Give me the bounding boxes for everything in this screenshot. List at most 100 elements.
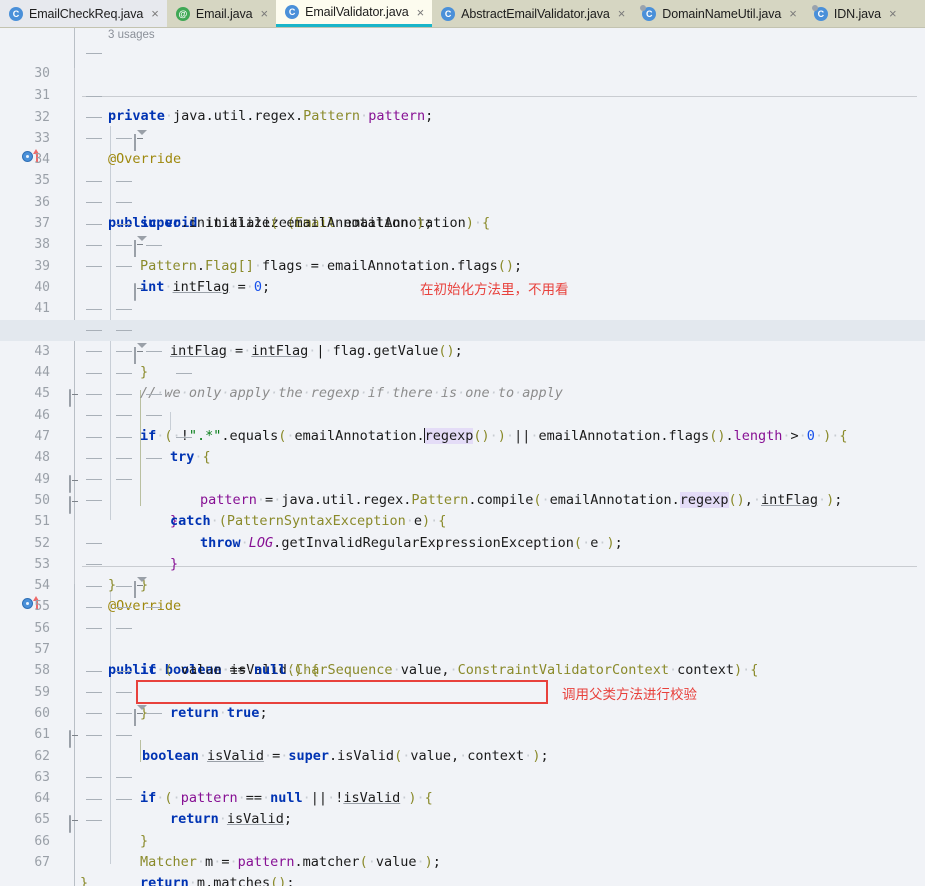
- tab-DomainNameUtil[interactable]: C DomainNameUtil.java ×: [633, 0, 805, 27]
- fold-marker-end[interactable]: [69, 495, 80, 514]
- code-line-66[interactable]: 66 }: [0, 809, 925, 849]
- code-line-59[interactable]: 59 boolean·isValid·=·super.isValid(·valu…: [0, 660, 925, 764]
- code-line-67[interactable]: 67 }: [0, 831, 925, 886]
- note-initialize-method: 在初始化方法里，不用看: [420, 282, 569, 297]
- indent-dash: [116, 798, 132, 800]
- indent-dash: [116, 266, 132, 268]
- java-class-icon: C: [9, 6, 23, 21]
- indent-dash: [116, 138, 132, 140]
- indent-dash: [86, 266, 102, 268]
- indent-dash: [86, 393, 102, 395]
- indent-dash: [116, 180, 132, 182]
- tab-label: DomainNameUtil.java: [662, 6, 782, 21]
- indent-dash: [116, 436, 132, 438]
- tab-AbstractEmailValidator[interactable]: C AbstractEmailValidator.java ×: [432, 0, 634, 27]
- code-line-40[interactable]: 40 }: [0, 256, 925, 380]
- code-editor[interactable]: 3 usages 30 private·java.util.regex.Patt…: [0, 28, 925, 886]
- indent-dash: [116, 479, 132, 481]
- close-icon[interactable]: ×: [149, 7, 159, 20]
- tab-IDN[interactable]: C IDN.java ×: [804, 0, 905, 27]
- note-call-super-validate: 调用父类方法进行校验: [562, 687, 697, 702]
- code-line-34[interactable]: 34 super.initialize(·emailAnnotation·);: [0, 128, 925, 231]
- indent-dash: [116, 244, 132, 246]
- code-line-43[interactable]: 43 if·(·!".*".equals(·emailAnnotation.re…: [0, 319, 925, 445]
- indent-dash: [116, 606, 132, 608]
- code-line-47[interactable]: 47 catch·(PatternSyntaxException·e)·{: [0, 405, 925, 529]
- indent-dash: [86, 798, 102, 800]
- indent-dash: [116, 585, 132, 587]
- fold-marker[interactable]: [69, 325, 147, 364]
- code-line-39[interactable]: 39 intFlag·=·intFlag·|·flag.getValue();: [0, 234, 925, 359]
- code-line-48[interactable]: 48 throw·LOG.getInvalidRegularExpression…: [0, 426, 925, 551]
- code-line-57[interactable]: 57 }: [0, 618, 925, 721]
- editor-tab-bar[interactable]: C EmailCheckReq.java × @ Email.java × C …: [0, 0, 925, 28]
- indent-dash: [86, 670, 102, 672]
- usages-hint[interactable]: 3 usages: [108, 28, 155, 42]
- fold-marker-end[interactable]: [69, 474, 80, 493]
- java-annotation-icon: @: [175, 6, 190, 21]
- indent-dash: [86, 777, 102, 779]
- code-line-65[interactable]: 65 return·m.matches();: [0, 788, 925, 886]
- indent-dash: [86, 95, 102, 97]
- fold-marker[interactable]: [69, 687, 147, 726]
- fold-marker-end[interactable]: [69, 388, 80, 408]
- indent-dash: [116, 223, 132, 225]
- code-line-58[interactable]: 58: [0, 639, 925, 678]
- tab-EmailCheckReq[interactable]: C EmailCheckReq.java ×: [0, 0, 167, 27]
- indent-dash: [116, 457, 132, 459]
- close-icon[interactable]: ×: [787, 7, 797, 20]
- close-icon[interactable]: ×: [259, 7, 269, 20]
- fold-marker[interactable]: [69, 112, 147, 151]
- indent-dash: [116, 351, 132, 353]
- indent-dash: [146, 713, 162, 715]
- close-icon[interactable]: ×: [616, 7, 626, 20]
- fold-marker[interactable]: [69, 559, 147, 599]
- code-line-50[interactable]: 50 }: [0, 469, 925, 593]
- code-line-42[interactable]: 42 //·we·only·apply·the·regexp·if·there·…: [0, 298, 925, 401]
- code-line-51[interactable]: 51 }: [0, 490, 925, 593]
- code-line-36[interactable]: 36 Pattern.Flag[]·flags·=·emailAnnotatio…: [0, 170, 925, 274]
- java-class-icon: C: [640, 4, 657, 21]
- code-line-62[interactable]: 62 }: [0, 724, 925, 849]
- fold-marker-end[interactable]: [69, 814, 80, 834]
- code-line-45[interactable]: 45 pattern·=·java.util.regex.Pattern.com…: [0, 362, 925, 508]
- indent-dash: [86, 117, 102, 119]
- code-line-44[interactable]: 44 try·{: [0, 341, 925, 465]
- tab-EmailValidator[interactable]: C EmailValidator.java ×: [276, 0, 433, 27]
- code-line-64[interactable]: 64 Matcher·m·=·pattern.matcher(·value·);: [0, 767, 925, 870]
- close-icon[interactable]: ×: [415, 6, 425, 19]
- code-line-63[interactable]: 63: [0, 746, 925, 785]
- indent-dash: [86, 223, 102, 225]
- code-line-31[interactable]: 31: [0, 64, 925, 103]
- indent-dash: [86, 52, 102, 54]
- code-line-55[interactable]: 55 if·(·value·==·null·)·{: [0, 575, 925, 678]
- close-icon[interactable]: ×: [887, 7, 897, 20]
- indent-dash: [86, 351, 102, 353]
- code-rows: 3 usages 30 private·java.util.regex.Patt…: [0, 28, 925, 886]
- indent-dash: [146, 351, 162, 353]
- code-line-53[interactable]: 53 @Override: [0, 533, 925, 614]
- tab-label: AbstractEmailValidator.java: [461, 6, 610, 21]
- code-line-52[interactable]: 52: [0, 511, 925, 551]
- code-line-60[interactable]: 60 if·(·pattern·==·null·||·!isValid·)·{: [0, 682, 925, 806]
- fold-marker-end[interactable]: [69, 261, 137, 301]
- code-line-33[interactable]: 33 public·void·initialize(Email·emailAnn…: [0, 107, 925, 231]
- indent-dash: [116, 777, 132, 779]
- code-line-61[interactable]: 61 return·isValid;: [0, 703, 925, 827]
- code-line-32[interactable]: 32 @Override: [0, 85, 925, 167]
- indent-dash: [116, 308, 132, 310]
- fold-marker[interactable]: [69, 218, 147, 258]
- code-line-49[interactable]: 49 }: [0, 447, 925, 572]
- indent-dash: [146, 606, 162, 608]
- tab-label: Email.java: [195, 6, 253, 21]
- code-line-30[interactable]: 30 private·java.util.regex.Pattern·patte…: [0, 42, 925, 124]
- code-line-54[interactable]: 54 public·boolean·isValid(CharSequence·v…: [0, 554, 925, 678]
- indent-dash: [86, 585, 102, 587]
- code-line-38[interactable]: 38 for·(·Pattern.Flag·flag·:·flags·)·{: [0, 213, 925, 338]
- tab-Email[interactable]: @ Email.java ×: [166, 0, 277, 27]
- code-line-56[interactable]: 56 return·true;: [0, 596, 925, 721]
- code-line-46[interactable]: 46 }: [0, 383, 925, 529]
- code-line-37[interactable]: 37 int·intFlag·=·0;: [0, 192, 925, 295]
- code-line-35[interactable]: 35: [0, 149, 925, 188]
- fold-marker-end[interactable]: [69, 729, 80, 749]
